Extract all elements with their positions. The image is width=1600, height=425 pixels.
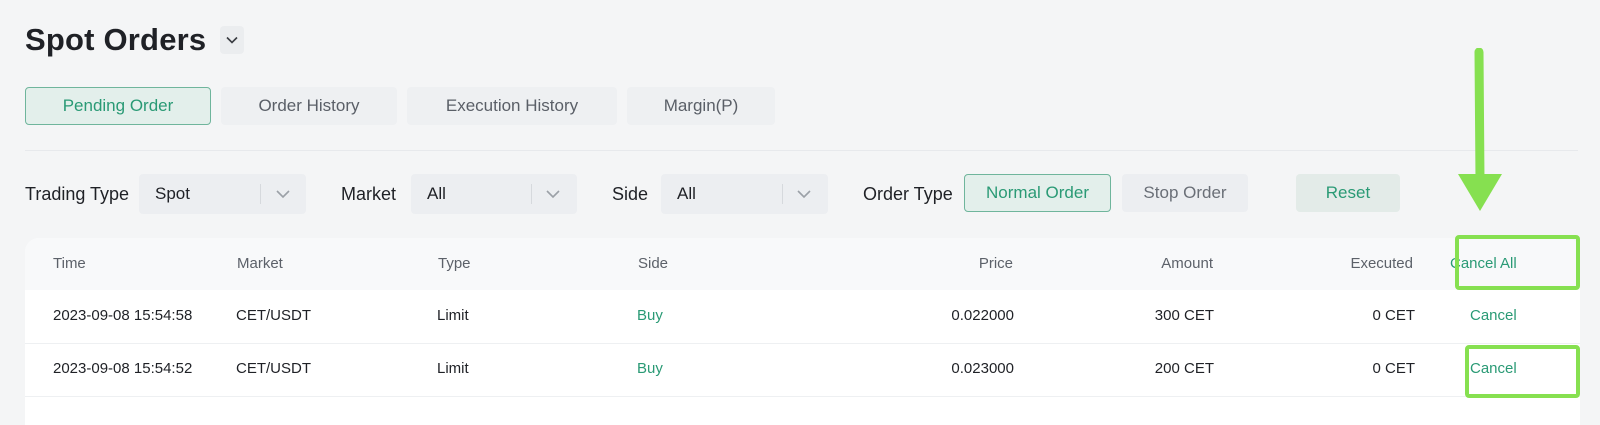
side-select[interactable]: All	[661, 174, 828, 214]
row-type: Limit	[437, 307, 469, 324]
divider	[25, 150, 1578, 151]
order-type-label: Order Type	[863, 184, 953, 204]
order-tabs: Pending Order Order History Execution Hi…	[25, 87, 785, 125]
tab-pending-order[interactable]: Pending Order	[25, 87, 211, 125]
row-time: 2023-09-08 15:54:58	[53, 307, 193, 324]
market-label: Market	[341, 184, 397, 204]
chevron-down-icon	[546, 190, 560, 199]
row-market: CET/USDT	[236, 360, 311, 377]
normal-order-button[interactable]: Normal Order	[964, 174, 1111, 212]
table-header: Time Market Type Side Price Amount Execu…	[25, 238, 1580, 290]
tab-execution-history[interactable]: Execution History	[407, 87, 617, 125]
table-row: 2023-09-08 15:54:52 CET/USDT Limit Buy 0…	[25, 343, 1580, 397]
select-separator	[260, 184, 261, 204]
cancel-order-button[interactable]: Cancel	[1470, 290, 1517, 342]
reset-button[interactable]: Reset	[1296, 174, 1400, 212]
trading-type-select[interactable]: Spot	[139, 174, 306, 214]
chevron-down-icon	[226, 36, 238, 44]
select-separator	[531, 184, 532, 204]
title-row: Spot Orders	[25, 22, 245, 58]
column-header-side: Side	[638, 255, 669, 272]
title-dropdown-button[interactable]	[220, 26, 245, 54]
column-header-amount: Amount	[1161, 255, 1213, 272]
tab-margin[interactable]: Margin(P)	[627, 87, 775, 125]
row-time: 2023-09-08 15:54:52	[53, 360, 193, 377]
column-header-market: Market	[237, 255, 283, 272]
row-type: Limit	[437, 360, 469, 377]
table-row: 2023-09-08 15:54:58 CET/USDT Limit Buy 0…	[25, 290, 1580, 344]
page-title: Spot Orders	[25, 22, 207, 57]
column-header-price: Price	[978, 255, 1013, 272]
chevron-down-icon	[797, 190, 811, 199]
tab-order-history[interactable]: Order History	[221, 87, 397, 125]
orders-table: Time Market Type Side Price Amount Execu…	[25, 238, 1580, 425]
cancel-all-button[interactable]: Cancel All	[1450, 238, 1517, 290]
select-separator	[782, 184, 783, 204]
market-select[interactable]: All	[411, 174, 577, 214]
arrow-down-icon	[1458, 48, 1502, 211]
row-market: CET/USDT	[236, 307, 311, 324]
cancel-order-button[interactable]: Cancel	[1470, 343, 1517, 395]
row-amount: 200 CET	[1154, 360, 1214, 377]
row-executed: 0 CET	[1372, 307, 1415, 324]
column-header-time: Time	[53, 255, 86, 272]
row-price: 0.023000	[951, 360, 1014, 377]
market-value: All	[427, 184, 446, 203]
column-header-executed: Executed	[1350, 255, 1413, 272]
column-header-type: Type	[438, 255, 471, 272]
chevron-down-icon	[276, 190, 290, 199]
side-label: Side	[612, 184, 649, 204]
row-price: 0.022000	[951, 307, 1014, 324]
stop-order-button[interactable]: Stop Order	[1122, 174, 1248, 212]
row-executed: 0 CET	[1372, 360, 1415, 377]
side-value: All	[677, 184, 696, 203]
row-side: Buy	[637, 360, 663, 377]
row-side: Buy	[637, 307, 663, 324]
trading-type-value: Spot	[155, 184, 190, 203]
trading-type-label: Trading Type	[25, 184, 130, 204]
row-amount: 300 CET	[1154, 307, 1214, 324]
filter-bar: Trading Type Spot Market All Side All Or…	[25, 174, 1585, 214]
